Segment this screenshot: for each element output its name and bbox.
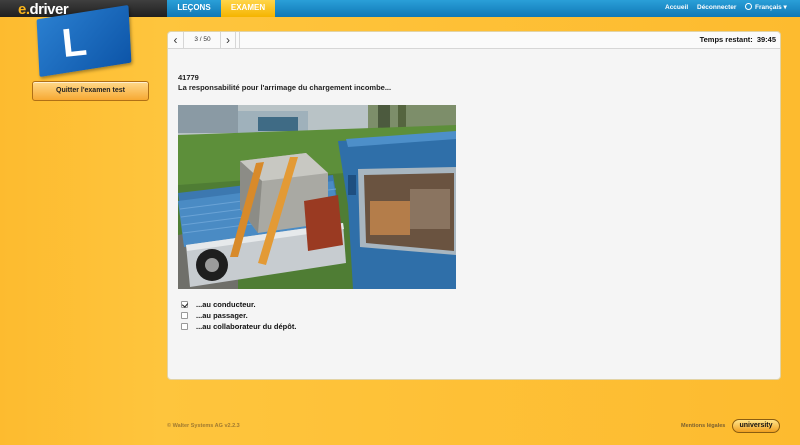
time-remaining: Temps restant: 39:45 xyxy=(696,32,776,49)
answer-checkbox-2[interactable] xyxy=(181,312,188,319)
timer-value: 39:45 xyxy=(756,35,776,44)
chevron-left-icon: ‹ xyxy=(173,33,178,47)
answer-label-2: ...au passager. xyxy=(196,311,248,320)
question-panel: ‹ 3 / 50 › Temps restant: 39:45 41779 La … xyxy=(167,31,781,380)
quit-exam-button[interactable]: Quitter l'examen test xyxy=(32,81,149,101)
tab-lecons[interactable]: LEÇONS xyxy=(167,0,221,17)
university-badge[interactable]: university xyxy=(732,419,780,433)
language-label: Français ▾ xyxy=(755,4,787,11)
answer-label-3: ...au collaborateur du dépôt. xyxy=(196,322,297,331)
answer-label-1: ...au conducteur. xyxy=(196,300,256,309)
logout-link[interactable]: Déconnecter xyxy=(697,0,736,17)
answer-checkbox-3[interactable] xyxy=(181,323,188,330)
language-select[interactable]: Français ▾ xyxy=(745,0,787,17)
next-question-button[interactable]: › xyxy=(220,32,236,49)
question-toolbar: ‹ 3 / 50 › Temps restant: 39:45 xyxy=(168,32,780,49)
main-nav: LEÇONS EXAMEN Accueil Déconnecter França… xyxy=(167,0,800,17)
question-id: 41779 xyxy=(178,73,199,82)
timer-label: Temps restant: xyxy=(699,35,753,44)
question-counter: 3 / 50 xyxy=(194,36,211,43)
tab-examen[interactable]: EXAMEN xyxy=(221,0,275,17)
legal-link[interactable]: Mentions légales xyxy=(681,423,725,429)
question-text: La responsabilité pour l'arrimage du cha… xyxy=(178,83,392,92)
logo-letter: L xyxy=(59,19,89,66)
question-image xyxy=(178,105,456,289)
chevron-right-icon: › xyxy=(226,33,230,47)
copyright-text: © Walter Systems AG v2.2.3 xyxy=(167,423,240,429)
home-link[interactable]: Accueil xyxy=(665,0,688,17)
answer-checkbox-1[interactable] xyxy=(181,301,188,308)
toolbar-divider xyxy=(237,32,240,49)
globe-icon xyxy=(745,3,752,10)
truck-photo xyxy=(178,105,456,289)
previous-question-button[interactable]: ‹ xyxy=(168,32,184,49)
